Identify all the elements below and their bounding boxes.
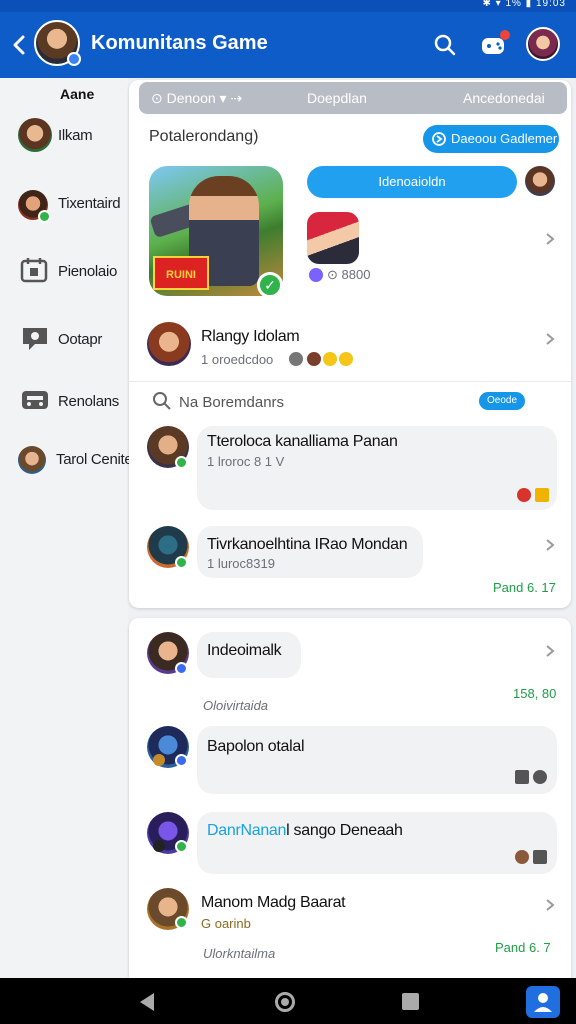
sidebar-item-label: Renolans <box>58 393 119 410</box>
tab-doepdlan[interactable]: Doepdlan <box>307 90 367 106</box>
system-nav-bar <box>0 978 576 1024</box>
message-sub: G oarinb <box>201 916 251 931</box>
avatar-icon <box>515 850 529 864</box>
emoji-icon <box>289 352 303 366</box>
sidebar-item-tarol-cenite[interactable]: Tarol Cenite <box>0 438 133 482</box>
sidebar-item-label: Ilkam <box>58 127 93 144</box>
chevron-right-icon[interactable] <box>545 332 555 346</box>
verified-check-icon: ✓ <box>257 272 283 298</box>
badge-icon <box>153 754 165 766</box>
tab-bar: ⊙ Denoon ▾ ⇢ Doepdlan Ancedonedai <box>139 82 567 114</box>
chat-bubble[interactable]: Idenoaioldn <box>307 166 517 198</box>
nav-back-icon[interactable] <box>140 993 154 1011</box>
sidebar-item-ootapr[interactable]: Ootapr <box>0 318 128 362</box>
avatar <box>18 118 52 152</box>
divider <box>129 381 571 382</box>
game-controller-icon[interactable] <box>478 30 510 60</box>
back-arrow-icon[interactable] <box>10 34 28 56</box>
sidebar-item-pienolaio[interactable]: Pienolaio <box>0 250 128 294</box>
sidebar-item-ilkam[interactable]: Ilkam <box>0 114 128 158</box>
message-title: Tteroloca kanalliama Panan <box>207 433 398 450</box>
community-avatar[interactable] <box>34 20 81 66</box>
search-icon[interactable] <box>151 390 173 412</box>
sidebar-header: Aane <box>60 86 95 102</box>
online-status-icon <box>175 456 188 469</box>
game-logo: RUINI <box>153 256 209 290</box>
online-status-icon <box>175 754 188 767</box>
coin-icon <box>309 268 323 282</box>
assistant-button[interactable] <box>526 986 560 1018</box>
nav-home-icon[interactable] <box>275 992 295 1012</box>
chevron-right-icon[interactable] <box>545 644 555 658</box>
message-title: Manom Madg Baarat <box>201 894 346 911</box>
emoji-icon <box>339 352 353 366</box>
avatar <box>18 446 46 474</box>
message-time: Pand 6. 17 <box>493 580 556 595</box>
notification-dot <box>500 30 510 40</box>
gamepad-icon <box>22 391 48 409</box>
profile-avatar[interactable] <box>526 27 560 61</box>
message-title: DanrNananl sango Deneaah <box>207 822 403 839</box>
online-status-icon <box>175 662 188 675</box>
message-sub: Oloivirtaida <box>203 698 269 713</box>
game-thumbnail[interactable] <box>307 212 359 264</box>
featured-sub: 1 oroedcdoo <box>201 352 274 367</box>
chevron-right-icon[interactable] <box>545 898 555 912</box>
sidebar-item-tixentaird[interactable]: Tixentaird <box>0 182 128 226</box>
emoji-icon <box>307 352 321 366</box>
verified-badge-icon <box>67 52 81 66</box>
avatar[interactable] <box>147 322 191 366</box>
message-sub: 1 luroc8319 <box>207 556 275 571</box>
messages-panel: Indeoimalk 158, 80 Oloivirtaida Bapolon … <box>129 618 571 978</box>
app-bar: Komunitans Game <box>0 12 576 78</box>
sidebar-item-renolans[interactable]: Renolans <box>0 380 128 424</box>
search-icon[interactable] <box>432 32 458 58</box>
sidebar-item-label: Pienolaio <box>58 263 118 280</box>
action-button[interactable]: Daeoou Gadlemer <box>423 125 559 153</box>
avatar[interactable] <box>525 166 555 196</box>
refresh-icon <box>432 132 446 146</box>
tab-filter[interactable]: ⊙ Denoon ▾ ⇢ <box>151 90 242 107</box>
message-title-accent: DanrNanan <box>207 822 287 839</box>
nav-recents-icon[interactable] <box>402 993 419 1010</box>
section-title: Potalerondang) <box>149 128 259 145</box>
community-panel: ⊙ Denoon ▾ ⇢ Doepdlan Ancedonedai Potale… <box>129 80 571 608</box>
online-status-icon <box>175 556 188 569</box>
sidebar: Aane Ilkam Tixentaird Pienolaio Ootapr R… <box>0 78 133 978</box>
message-card[interactable] <box>197 726 557 794</box>
page-title: Komunitans Game <box>91 32 268 54</box>
filter-toggle[interactable]: Oeode <box>479 392 525 410</box>
chevron-right-icon[interactable] <box>545 232 555 246</box>
search-label[interactable]: Na Boremdanrs <box>179 394 284 411</box>
chat-icon <box>23 328 47 350</box>
message-title: Indeoimalk <box>207 642 282 659</box>
message-time: Pand 6. 7 <box>495 940 551 955</box>
message-sub: Ulorkntailma <box>203 946 276 961</box>
settings-icon <box>533 770 547 784</box>
status-bar: ✱ ▾ 1% ▮ 19:03 <box>0 0 576 12</box>
sidebar-item-label: Ootapr <box>58 331 103 348</box>
reaction-icon <box>517 488 531 502</box>
message-sub: 1 lroroc 8 1 V <box>207 454 285 469</box>
lightning-icon <box>535 488 549 502</box>
user-icon <box>534 993 552 1012</box>
sidebar-item-label: Tarol Cenite <box>56 451 133 468</box>
tab-ancedonedai[interactable]: Ancedonedai <box>463 90 545 106</box>
game-meta: ⊙ 8800 <box>327 267 371 282</box>
chevron-right-icon[interactable] <box>545 538 555 552</box>
badge-icon <box>153 840 165 852</box>
calendar-icon <box>20 258 48 283</box>
message-time: 158, 80 <box>513 686 557 701</box>
tag-icon <box>533 850 547 864</box>
featured-name: Rlangy Idolam <box>201 328 300 345</box>
message-title: Bapolon otalal <box>207 738 305 755</box>
online-status-icon <box>38 210 51 223</box>
emoji-icon <box>323 352 337 366</box>
sidebar-item-label: Tixentaird <box>58 195 121 212</box>
message-title: Tivrkanoelhtina IRao Mondan <box>207 536 408 553</box>
trophy-icon <box>515 770 529 784</box>
status-icons: ✱ ▾ 1% ▮ 19:03 <box>482 0 566 9</box>
online-status-icon <box>175 840 188 853</box>
online-status-icon <box>175 916 188 929</box>
